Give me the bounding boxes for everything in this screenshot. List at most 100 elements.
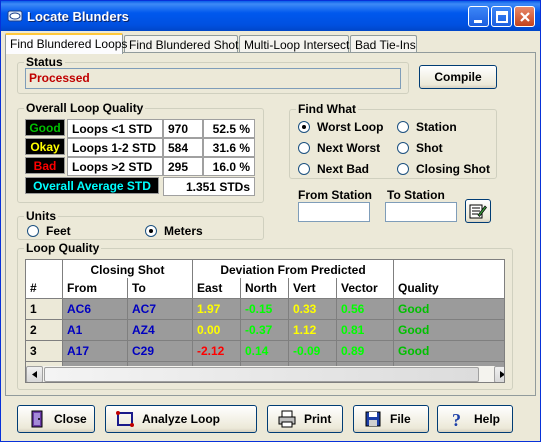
grid-cell-quality[interactable]: Good <box>394 299 504 320</box>
tab-find-blundered-loops[interactable]: Find Blundered Loops <box>5 33 127 54</box>
loops-gt2-label: Loops >2 STD <box>67 157 163 176</box>
arrow-left-icon <box>32 371 37 378</box>
col-header-num[interactable]: # <box>26 278 63 299</box>
help-icon: ? <box>452 410 461 428</box>
grid-cell-num[interactable]: 2 <box>26 320 63 341</box>
to-station-label: To Station <box>387 188 445 202</box>
close-window-button[interactable] <box>514 6 535 27</box>
radio-shot[interactable]: Shot <box>397 141 443 155</box>
tab-bad-tie-ins[interactable]: Bad Tie-Ins <box>350 35 417 53</box>
loop-quality-label: Loop Quality <box>24 241 102 255</box>
grid-cell-from[interactable]: A1 <box>63 320 128 341</box>
app-icon <box>7 10 23 22</box>
radio-closing-shot[interactable]: Closing Shot <box>397 162 490 176</box>
grid-cell-north[interactable]: -0.37 <box>241 320 289 341</box>
col-header-to[interactable]: To <box>128 278 193 299</box>
minimize-button[interactable] <box>468 6 489 27</box>
grid-cell-vert[interactable]: 1.12 <box>289 320 337 341</box>
closing-shot-header: Closing Shot <box>63 260 193 279</box>
grid-cell-from[interactable]: A17 <box>63 341 128 362</box>
col-header-north[interactable]: North <box>241 278 289 299</box>
grid-cell-quality[interactable]: Good <box>394 320 504 341</box>
compile-button[interactable]: Compile <box>419 65 497 89</box>
door-icon <box>31 410 43 428</box>
grid-cell-vert[interactable]: 0.33 <box>289 299 337 320</box>
scroll-right-button[interactable] <box>494 366 504 382</box>
status-value: Processed <box>25 68 401 89</box>
grid-cell-quality[interactable]: Good <box>394 341 504 362</box>
grid-cell-east[interactable]: -2.12 <box>193 341 241 362</box>
loops-1-2-label: Loops 1-2 STD <box>67 138 163 157</box>
radio-dot <box>298 163 310 175</box>
grid-cell-north[interactable]: 0.14 <box>241 341 289 362</box>
from-station-input[interactable] <box>298 202 370 222</box>
horizontal-scroll-thumb[interactable] <box>44 367 479 382</box>
quality-badge-good: Good <box>25 119 65 136</box>
grid-cell-east[interactable]: 0.00 <box>193 320 241 341</box>
title-bar[interactable]: Locate Blunders <box>1 1 540 31</box>
col-header-east[interactable]: East <box>193 278 241 299</box>
grid-cell-to[interactable]: C29 <box>128 341 193 362</box>
radio-station[interactable]: Station <box>397 120 457 134</box>
grid-cell-vert[interactable]: -0.09 <box>289 341 337 362</box>
grid-cell-north[interactable]: -0.15 <box>241 299 289 320</box>
col-header-vector[interactable]: Vector <box>337 278 394 299</box>
col-header-vert[interactable]: Vert <box>289 278 337 299</box>
to-station-input[interactable] <box>385 202 457 222</box>
col-header-quality[interactable]: Quality <box>394 278 504 299</box>
analyze-loop-button[interactable]: Analyze Loop <box>105 405 257 433</box>
grid-cell-east[interactable]: 1.97 <box>193 299 241 320</box>
maximize-icon <box>496 11 508 23</box>
maximize-button[interactable] <box>491 6 512 27</box>
loops-1-2-count: 584 <box>163 138 203 157</box>
scroll-left-button[interactable] <box>26 366 43 382</box>
grid-cell-from[interactable]: AC6 <box>63 299 128 320</box>
grid-cell-vector[interactable]: 0.89 <box>337 341 394 362</box>
radio-feet[interactable]: Feet <box>27 224 71 238</box>
radio-dot <box>298 142 310 154</box>
radio-worst-loop[interactable]: Worst Loop <box>298 120 383 134</box>
loops-gt2-count: 295 <box>163 157 203 176</box>
radio-dot <box>145 225 157 237</box>
radio-label: Worst Loop <box>317 120 384 134</box>
grid-cell-to[interactable]: AC7 <box>128 299 193 320</box>
locate-blunders-window: Locate Blunders Find Blundered Loops Fin… <box>0 0 541 442</box>
loops-gt2-pct: 16.0 % <box>203 157 255 176</box>
grid-cell-to[interactable]: AZ4 <box>128 320 193 341</box>
units-label: Units <box>24 209 58 223</box>
printer-icon <box>278 410 296 428</box>
radio-label: Shot <box>416 141 443 155</box>
analyze-loop-label: Analyze Loop <box>142 412 221 426</box>
quality-badge-okay: Okay <box>25 138 65 155</box>
tab-find-blundered-shots[interactable]: Find Blundered Shots <box>124 35 244 53</box>
find-what-label: Find What <box>296 102 358 116</box>
close-button-label: Close <box>54 412 87 426</box>
grid-cell-num[interactable]: 3 <box>26 341 63 362</box>
file-label: File <box>390 412 411 426</box>
edit-button[interactable] <box>465 199 491 223</box>
radio-dot <box>397 142 409 154</box>
horizontal-scrollbar[interactable] <box>26 366 504 382</box>
grid-cell-vector[interactable]: 0.81 <box>337 320 394 341</box>
loops-lt1-pct: 52.5 % <box>203 119 255 138</box>
file-button[interactable]: File <box>353 405 429 433</box>
floppy-disk-icon <box>365 411 381 427</box>
help-label: Help <box>474 412 501 426</box>
svg-text:?: ? <box>452 410 461 428</box>
tab-multi-loop-intersects[interactable]: Multi-Loop Intersects <box>239 35 355 53</box>
arrow-right-icon <box>500 371 504 378</box>
print-button[interactable]: Print <box>267 405 343 433</box>
radio-dot <box>397 163 409 175</box>
radio-dot <box>27 225 39 237</box>
grid-cell-vector[interactable]: 0.56 <box>337 299 394 320</box>
loops-lt1-label: Loops <1 STD <box>67 119 163 138</box>
help-button[interactable]: ? Help <box>437 405 513 433</box>
radio-next-worst[interactable]: Next Worst <box>298 141 380 155</box>
radio-next-bad[interactable]: Next Bad <box>298 162 369 176</box>
grid-header-blank <box>394 260 504 279</box>
radio-meters[interactable]: Meters <box>145 224 203 238</box>
grid-cell-num[interactable]: 1 <box>26 299 63 320</box>
close-button[interactable]: Close <box>17 405 95 433</box>
loop-quality-grid[interactable]: Closing Shot Deviation From Predicted # … <box>25 259 505 383</box>
col-header-from[interactable]: From <box>63 278 128 299</box>
